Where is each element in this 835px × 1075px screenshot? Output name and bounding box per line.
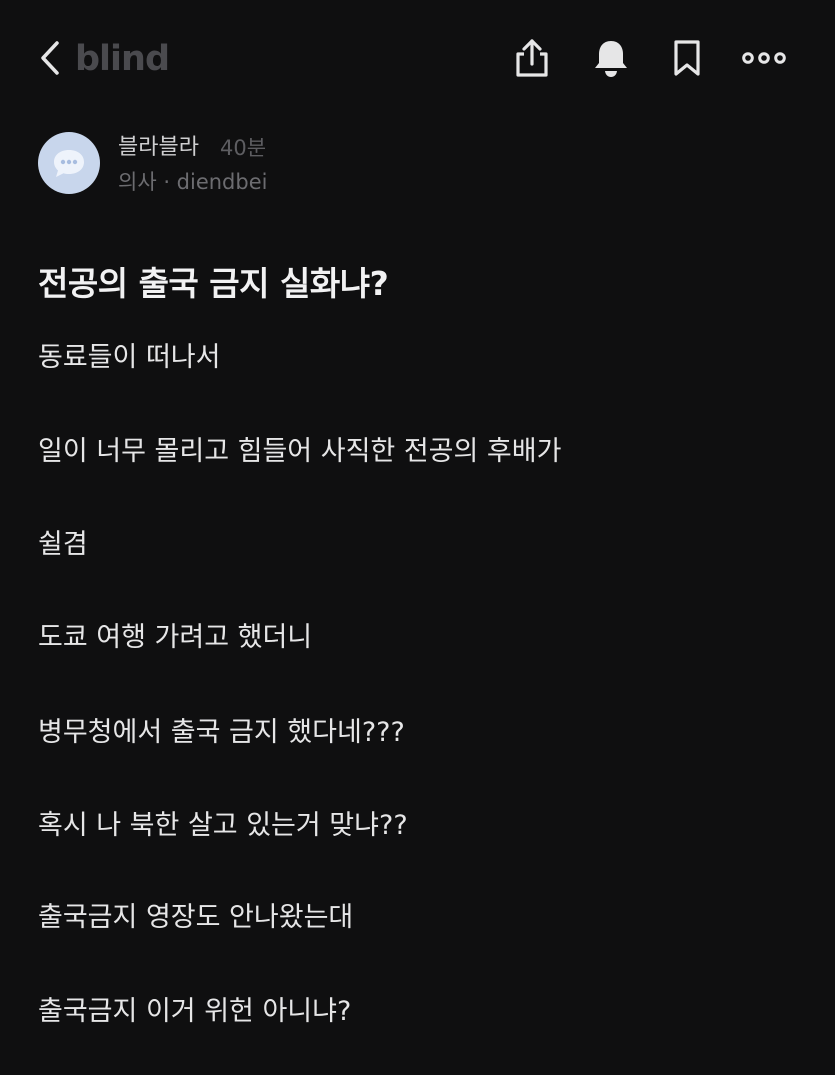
body-line: 도쿄 여행 가려고 했더니 (38, 622, 313, 653)
post-time: 40분 (220, 136, 267, 160)
post-page: blind 블라블라 40분 의사 · diendbei 전공의 출국 금지 실… (0, 0, 835, 1075)
more-button[interactable] (742, 36, 786, 80)
body-line: 출국금지 이거 위헌 아니냐? (38, 996, 352, 1027)
author-name[interactable]: 블라블라 (118, 134, 199, 162)
avatar[interactable] (38, 132, 100, 194)
brand-logo[interactable]: blind (75, 36, 170, 82)
notify-button[interactable] (589, 36, 633, 80)
bookmark-icon (674, 40, 700, 76)
chevron-left-icon (41, 41, 59, 75)
body-line: 병무청에서 출국 금지 했다네??? (38, 717, 405, 748)
body-line: 혹시 나 북한 살고 있는거 맞냐?? (38, 810, 408, 841)
body-line: 출국금지 영장도 안나왔는대 (38, 902, 354, 933)
post-title: 전공의 출국 금지 실화냐? (38, 264, 389, 303)
body-line: 쉴겸 (38, 529, 88, 560)
top-bar: blind (0, 0, 835, 118)
author-block: 블라블라 40분 의사 · diendbei (38, 132, 798, 196)
chat-bubble-icon (54, 150, 84, 177)
share-button[interactable] (510, 36, 554, 80)
body-line: 일이 너무 몰리고 힘들어 사직한 전공의 후배가 (38, 436, 562, 467)
back-button[interactable] (30, 36, 70, 80)
bookmark-button[interactable] (665, 36, 709, 80)
author-meta: 의사 · diendbei (118, 170, 268, 194)
share-icon (516, 39, 548, 77)
bell-icon (595, 41, 627, 77)
body-line: 동료들이 떠나서 (38, 342, 221, 373)
more-horizontal-icon (742, 52, 786, 64)
